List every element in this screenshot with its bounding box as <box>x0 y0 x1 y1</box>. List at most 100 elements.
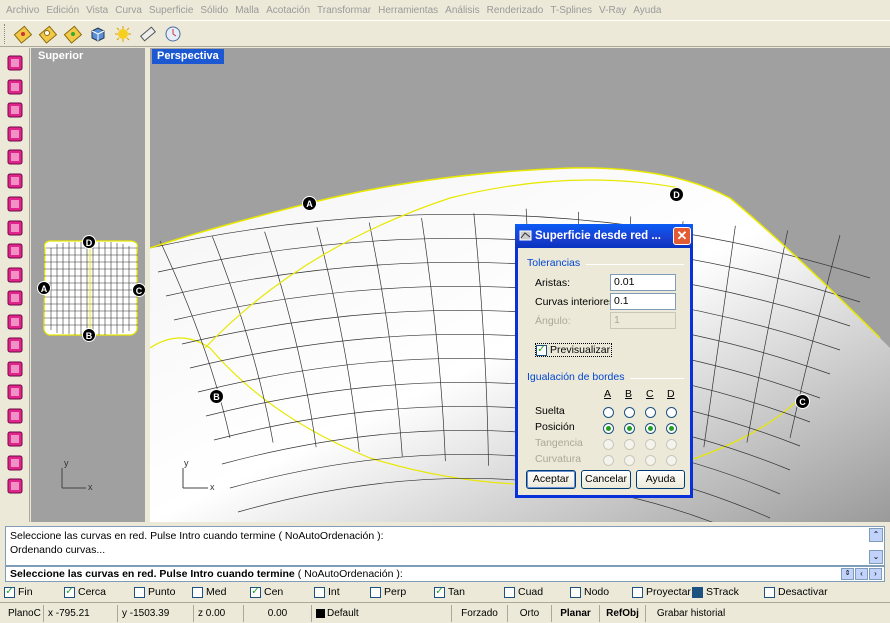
status-forzado[interactable]: Forzado <box>452 604 508 622</box>
osnap-checkbox-icon <box>192 586 203 598</box>
angle-field: 1 <box>610 312 676 329</box>
osnap-nodo[interactable]: Nodo <box>570 586 632 598</box>
menu-item-11[interactable]: Renderizado <box>485 5 549 16</box>
history-scroll-down[interactable]: ⌄ <box>869 550 883 564</box>
clock-tool-icon[interactable] <box>162 23 184 45</box>
box-icon[interactable] <box>4 52 26 74</box>
osnap-cuad[interactable]: Cuad <box>504 586 570 598</box>
marker-top-b: B <box>82 328 96 342</box>
osnap-strack[interactable]: STrack <box>692 586 764 598</box>
flag-icon[interactable] <box>4 358 26 380</box>
arrows-icon[interactable] <box>4 475 26 497</box>
grid-select-icon[interactable] <box>4 217 26 239</box>
edges-field[interactable]: 0.01 <box>610 274 676 291</box>
osnap-cen[interactable]: ✓ Cen <box>250 586 314 598</box>
arrow-tool-icon[interactable] <box>4 123 26 145</box>
radio-0-c[interactable] <box>645 407 656 418</box>
radio-1-c[interactable] <box>645 423 656 434</box>
network-surface-dialog: Superficie desde red ... ✕ Tolerancias A… <box>515 224 693 498</box>
cancel-button[interactable]: Cancelar <box>581 470 631 489</box>
menu-item-7[interactable]: Acotación <box>264 5 315 16</box>
status-orto[interactable]: Orto <box>508 604 552 622</box>
osnap-punto[interactable]: Punto <box>134 586 192 598</box>
dialog-close-button[interactable]: ✕ <box>673 227 691 245</box>
osnap-med[interactable]: Med <box>192 586 250 598</box>
cube-icon[interactable] <box>4 76 26 98</box>
status-layer[interactable]: Default <box>312 604 452 622</box>
menu-item-0[interactable]: Archivo <box>4 5 44 16</box>
radio-1-d[interactable] <box>666 423 677 434</box>
osnap-desactivar[interactable]: Desactivar <box>764 586 834 598</box>
box-corner-icon[interactable] <box>4 193 26 215</box>
main-toolbar <box>0 20 890 47</box>
chart-icon[interactable] <box>4 405 26 427</box>
menu-item-4[interactable]: Superficie <box>147 5 198 16</box>
tag-edit-tool-icon[interactable] <box>62 23 84 45</box>
cube-wire-icon[interactable] <box>4 99 26 121</box>
status-x: x -795.21 <box>44 604 118 622</box>
axis-icon[interactable] <box>4 170 26 192</box>
gumball-icon[interactable] <box>4 146 26 168</box>
help-button[interactable]: Ayuda <box>636 470 685 489</box>
viewport-top[interactable]: Superior A B C D y x <box>31 48 145 522</box>
cube-tool-icon[interactable] <box>87 23 109 45</box>
osnap-tan[interactable]: ✓ Tan <box>434 586 504 598</box>
twist-icon[interactable] <box>4 287 26 309</box>
toolbar-grip[interactable] <box>4 23 7 44</box>
ruler-tool-icon[interactable] <box>137 23 159 45</box>
command-prompt-option[interactable]: ( NoAutoOrdenación ): <box>295 568 403 580</box>
status-history[interactable]: Grabar historial <box>646 605 736 622</box>
command-prompt[interactable]: Seleccione las curvas en red. Pulse Intr… <box>5 566 885 582</box>
menu-item-3[interactable]: Curva <box>113 5 147 16</box>
history-scroll-up[interactable]: ⌃ <box>869 528 883 542</box>
tolerances-divider <box>586 264 684 265</box>
osnap-perp[interactable]: Perp <box>370 586 434 598</box>
frame-icon[interactable] <box>4 428 26 450</box>
check-box-icon[interactable] <box>4 452 26 474</box>
menu-item-8[interactable]: Transformar <box>315 5 376 16</box>
osnap-fin[interactable]: ✓ Fin <box>4 586 64 598</box>
status-plane[interactable]: PlanoC <box>0 604 44 622</box>
osnap-int[interactable]: Int <box>314 586 370 598</box>
menu-item-14[interactable]: Ayuda <box>631 5 666 16</box>
radio-2-c <box>645 439 656 450</box>
menu-item-10[interactable]: Análisis <box>443 5 484 16</box>
polygon-icon[interactable] <box>4 264 26 286</box>
prompt-right-icon[interactable]: › <box>869 568 882 580</box>
point-snap-tool-icon[interactable] <box>12 23 34 45</box>
osnap-label: Med <box>206 586 227 598</box>
rotate-icon[interactable] <box>4 240 26 262</box>
bend-icon[interactable] <box>4 311 26 333</box>
menu-item-12[interactable]: T-Splines <box>548 5 597 16</box>
angle-label: Ángulo: <box>535 315 571 327</box>
radio-1-b[interactable] <box>624 423 635 434</box>
menu-item-1[interactable]: Edición <box>44 5 84 16</box>
osnap-checkbox-icon: ✓ <box>4 586 15 598</box>
menu-item-13[interactable]: V-Ray <box>597 5 631 16</box>
menu-item-6[interactable]: Malla <box>233 5 264 16</box>
ok-button[interactable]: Aceptar <box>526 470 576 489</box>
preview-checkbox[interactable]: ✓ Previsualizar <box>535 343 613 357</box>
tag-tool-icon[interactable] <box>37 23 59 45</box>
cone-icon[interactable] <box>4 334 26 356</box>
osnap-cerca[interactable]: ✓ Cerca <box>64 586 134 598</box>
menu-item-5[interactable]: Sólido <box>198 5 233 16</box>
command-history[interactable]: Seleccione las curvas en red. Pulse Intr… <box>5 526 885 566</box>
prompt-updown-icon[interactable]: ⇕ <box>841 568 854 580</box>
osnap-proyectar[interactable]: Proyectar <box>632 586 692 598</box>
radio-0-d[interactable] <box>666 407 677 418</box>
prompt-left-icon[interactable]: ‹ <box>855 568 868 580</box>
interior-curves-field[interactable]: 0.1 <box>610 293 676 310</box>
radio-3-d <box>666 455 677 466</box>
menu-item-9[interactable]: Herramientas <box>376 5 443 16</box>
menu-item-2[interactable]: Vista <box>84 5 113 16</box>
radio-1-a[interactable] <box>603 423 614 434</box>
osnap-label: Cuad <box>518 586 544 598</box>
radio-0-b[interactable] <box>624 407 635 418</box>
radio-0-a[interactable] <box>603 407 614 418</box>
tower-icon[interactable] <box>4 381 26 403</box>
status-refobj[interactable]: RefObj <box>600 604 646 622</box>
light-tool-icon[interactable] <box>112 23 134 45</box>
dialog-title-bar[interactable]: Superficie desde red ... ✕ <box>515 224 693 248</box>
status-planar[interactable]: Planar <box>552 604 600 622</box>
